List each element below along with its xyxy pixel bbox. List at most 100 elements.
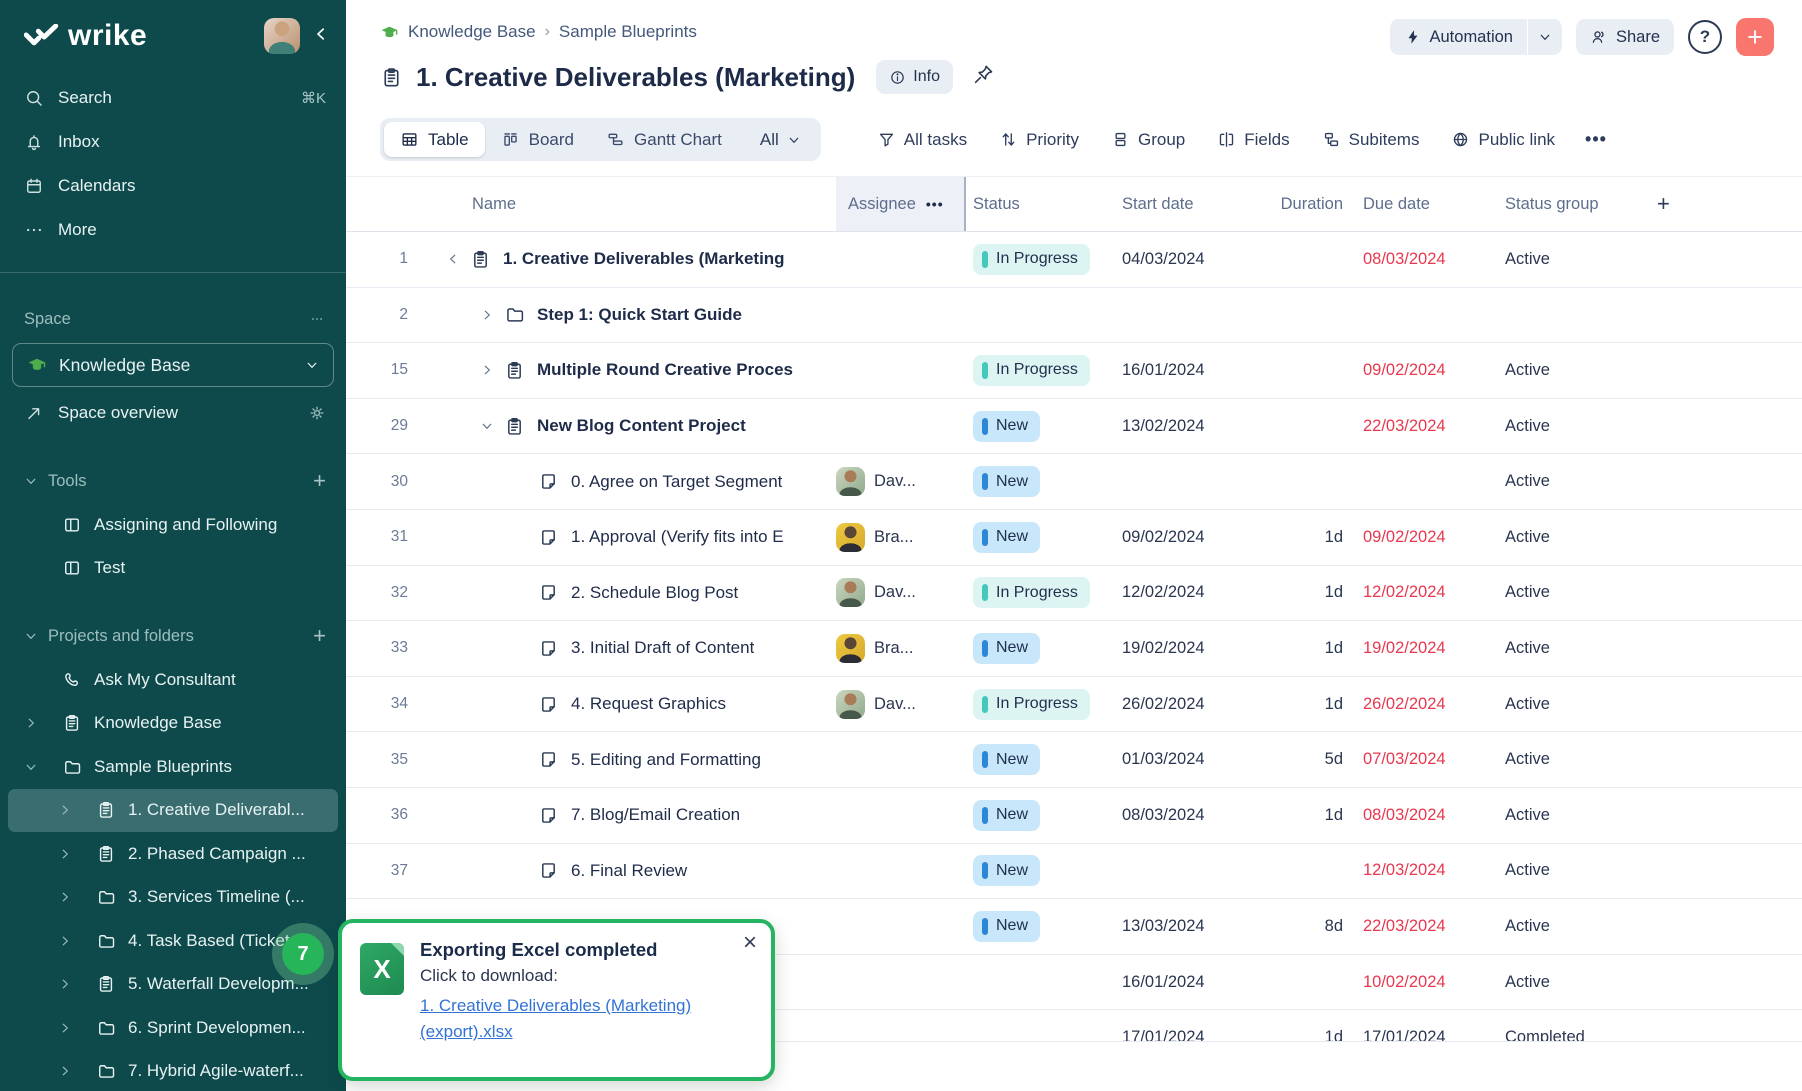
status-group-cell[interactable]: Active (1490, 806, 1640, 825)
duration-cell[interactable]: 8d (1258, 917, 1348, 936)
status-group-cell[interactable]: Active (1490, 361, 1640, 380)
tree-item-chevron[interactable] (58, 934, 84, 948)
start-date-column-header[interactable]: Start date (1108, 195, 1258, 214)
start-date-cell[interactable]: 01/03/2024 (1108, 750, 1258, 769)
status-group-cell[interactable]: Active (1490, 973, 1640, 992)
info-button[interactable]: Info (876, 60, 953, 94)
duration-cell[interactable]: 1d (1258, 583, 1348, 602)
row-expand-chevron[interactable] (446, 252, 470, 266)
status-cell[interactable]: In Progress (966, 689, 1108, 720)
status-group-cell[interactable]: Active (1490, 861, 1640, 880)
status-cell[interactable]: In Progress (966, 355, 1108, 386)
tab-gantt-chart[interactable]: Gantt Chart (590, 122, 738, 157)
start-date-cell[interactable]: 26/02/2024 (1108, 695, 1258, 714)
status-pill[interactable]: New (973, 744, 1040, 775)
start-date-cell[interactable]: 13/02/2024 (1108, 417, 1258, 436)
due-date-cell[interactable]: 07/03/2024 (1348, 750, 1490, 769)
status-cell[interactable]: New (966, 800, 1108, 831)
share-button[interactable]: Share (1576, 19, 1674, 55)
status-cell[interactable]: In Progress (966, 244, 1108, 275)
sidebar-section-header[interactable]: Projects and folders + (0, 614, 346, 658)
due-date-cell[interactable]: 19/02/2024 (1348, 639, 1490, 658)
section-add-icon[interactable]: + (313, 468, 326, 494)
sidebar-item-6-sprint-developmen[interactable]: 6. Sprint Developmen... (0, 1006, 346, 1050)
table-row[interactable]: 29 New Blog Content Project New 13/02/20… (346, 399, 1802, 455)
table-row[interactable]: 35 5. Editing and Formatting New 01/03/2… (346, 732, 1802, 788)
status-pill[interactable]: In Progress (973, 244, 1090, 275)
sidebar-item-search[interactable]: Search ⌘K (0, 76, 346, 120)
status-pill[interactable]: In Progress (973, 355, 1090, 386)
assignee-cell[interactable]: Bra... (836, 634, 966, 663)
status-pill[interactable]: New (973, 522, 1040, 553)
table-row[interactable]: 31 1. Approval (Verify fits into E Bra..… (346, 510, 1802, 566)
duration-column-header[interactable]: Duration (1258, 195, 1348, 214)
toolbar-subitems[interactable]: Subitems (1322, 130, 1420, 150)
sidebar-item-assigning-and-following[interactable]: Assigning and Following (0, 503, 346, 547)
table-row[interactable]: 34 4. Request Graphics Dav... In Progres… (346, 677, 1802, 733)
row-expand-chevron[interactable] (480, 308, 504, 322)
due-date-cell[interactable]: 10/02/2024 (1348, 973, 1490, 992)
space-selector[interactable]: Knowledge Base (12, 343, 334, 387)
automation-button[interactable]: Automation (1390, 19, 1527, 55)
status-pill[interactable]: In Progress (973, 577, 1090, 608)
due-date-cell[interactable]: 08/03/2024 (1348, 250, 1490, 269)
due-date-column-header[interactable]: Due date (1348, 195, 1490, 214)
status-group-cell[interactable]: Active (1490, 417, 1640, 436)
close-icon[interactable]: × (743, 931, 757, 955)
task-name[interactable]: 0. Agree on Target Segment (571, 472, 782, 492)
status-pill[interactable]: New (973, 800, 1040, 831)
duration-cell[interactable]: 5d (1258, 750, 1348, 769)
assignee-header-menu[interactable]: ••• (926, 196, 944, 212)
start-date-cell[interactable]: 16/01/2024 (1108, 973, 1258, 992)
status-group-cell[interactable]: Active (1490, 917, 1640, 936)
sidebar-section-header[interactable]: Tools + (0, 459, 346, 503)
task-name[interactable]: 1. Approval (Verify fits into E (571, 527, 784, 547)
tree-item-chevron[interactable] (24, 760, 50, 774)
toolbar-priority[interactable]: Priority (999, 130, 1079, 150)
status-pill[interactable]: New (973, 466, 1040, 497)
toolbar-group[interactable]: Group (1111, 130, 1185, 150)
task-name[interactable]: 2. Schedule Blog Post (571, 583, 738, 603)
add-column-button[interactable]: + (1640, 191, 1802, 217)
status-group-cell[interactable]: Active (1490, 583, 1640, 602)
due-date-cell[interactable]: 22/03/2024 (1348, 417, 1490, 436)
sidebar-item-ask-my-consultant[interactable]: Ask My Consultant (0, 658, 346, 702)
table-row[interactable]: 33 3. Initial Draft of Content Bra... Ne… (346, 621, 1802, 677)
status-group-cell[interactable]: Active (1490, 528, 1640, 547)
name-column-header[interactable]: Name (436, 195, 836, 214)
tree-item-chevron[interactable] (58, 1021, 84, 1035)
section-add-icon[interactable]: + (313, 623, 326, 649)
sidebar-collapse-button[interactable] (312, 25, 330, 48)
assignee-cell[interactable]: Dav... (836, 467, 966, 496)
toolbar-public-link[interactable]: Public link (1451, 130, 1555, 150)
start-date-cell[interactable]: 16/01/2024 (1108, 361, 1258, 380)
due-date-cell[interactable]: 09/02/2024 (1348, 361, 1490, 380)
wrike-logo[interactable]: wrike (24, 19, 264, 53)
status-cell[interactable]: New (966, 411, 1108, 442)
due-date-cell[interactable]: 22/03/2024 (1348, 917, 1490, 936)
views-all-dropdown[interactable]: All (738, 130, 817, 150)
due-date-cell[interactable]: 12/03/2024 (1348, 861, 1490, 880)
assignee-column-header[interactable]: Assignee ••• (836, 177, 966, 231)
status-group-cell[interactable]: Active (1490, 750, 1640, 769)
download-export-link[interactable]: 1. Creative Deliverables (Marketing) (ex… (420, 993, 720, 1046)
sidebar-item-calendars[interactable]: Calendars (0, 164, 346, 208)
assignee-cell[interactable]: Dav... (836, 690, 966, 719)
task-name[interactable]: 6. Final Review (571, 861, 687, 881)
table-row[interactable]: 32 2. Schedule Blog Post Dav... In Progr… (346, 566, 1802, 622)
sidebar-item-1-creative-deliverabl[interactable]: 1. Creative Deliverabl... (8, 789, 338, 833)
space-overview-item[interactable]: Space overview (0, 391, 346, 435)
status-group-cell[interactable]: Active (1490, 472, 1640, 491)
task-name[interactable]: New Blog Content Project (537, 416, 746, 436)
tree-item-chevron[interactable] (58, 847, 84, 861)
duration-cell[interactable]: 1d (1258, 639, 1348, 658)
start-date-cell[interactable]: 19/02/2024 (1108, 639, 1258, 658)
status-column-header[interactable]: Status (966, 195, 1108, 214)
start-date-cell[interactable]: 13/03/2024 (1108, 917, 1258, 936)
table-row[interactable]: 2 Step 1: Quick Start Guide (346, 288, 1802, 344)
breadcrumb-knowledge-base[interactable]: Knowledge Base (408, 22, 536, 42)
table-row[interactable]: 15 Multiple Round Creative Proces In Pro… (346, 343, 1802, 399)
due-date-cell[interactable]: 09/02/2024 (1348, 528, 1490, 547)
tree-item-chevron[interactable] (24, 716, 50, 730)
tree-item-chevron[interactable] (58, 977, 84, 991)
